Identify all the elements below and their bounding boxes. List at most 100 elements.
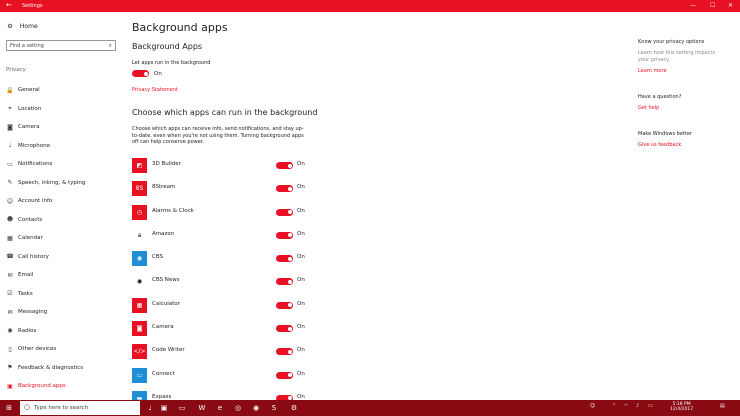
app-name: 8Stream <box>152 184 176 191</box>
app-toggle-switch[interactable] <box>276 208 293 216</box>
sidebar-item-call-history[interactable]: ☎ Call history <box>0 248 121 267</box>
search-placeholder: Find a setting <box>10 43 44 49</box>
question-heading: Have a question? <box>638 94 682 100</box>
messaging-icon: ✉ <box>7 308 13 316</box>
chrome-icon[interactable]: ◉ <box>250 402 262 414</box>
close-button[interactable]: ✕ <box>728 2 733 9</box>
toggle-switch[interactable] <box>132 70 149 77</box>
sidebar-item-feedback-diagnostics[interactable]: ⚑ Feedback & diagnostics <box>0 359 121 378</box>
sidebar-item-email[interactable]: ✉ Email <box>0 266 121 285</box>
tray-avatar-icon[interactable]: ☺ <box>590 403 595 409</box>
taskbar-search-input[interactable]: ○ Type here to search <box>20 401 140 415</box>
sidebar-item-messaging[interactable]: ✉ Messaging <box>0 303 121 322</box>
app-name: Calculator <box>152 300 180 307</box>
devices-icon: ▯ <box>8 345 12 353</box>
privacy-options-text: Learn how this setting impacts your priv… <box>638 50 715 63</box>
settings-icon[interactable]: ⚙ <box>288 402 300 414</box>
sidebar-item-label: Microphone <box>18 142 51 149</box>
radios-icon: ◉ <box>7 327 13 335</box>
clock[interactable]: 5:18 PM 12/4/2017 <box>670 402 693 412</box>
sidebar-item-calendar[interactable]: ▦ Calendar <box>0 229 121 248</box>
clock-date: 12/4/2017 <box>670 407 694 412</box>
file-explorer-icon[interactable]: ▭ <box>176 402 188 414</box>
app-name: CBS News <box>152 277 180 284</box>
app-toggle-switch[interactable] <box>276 185 293 193</box>
toggle-state: On <box>154 70 162 77</box>
sidebar-item-contacts[interactable]: ☻ Contacts <box>0 211 121 230</box>
app-toggle-state: On <box>297 347 305 354</box>
app-toggle-switch[interactable] <box>276 325 293 333</box>
app-toggle-switch[interactable] <box>276 278 293 286</box>
sidebar-item-background-apps[interactable]: ▣ Background apps <box>0 377 121 396</box>
app-icon[interactable]: ◎ <box>232 402 244 414</box>
get-help-link[interactable]: Get help <box>638 105 659 111</box>
word-icon[interactable]: W <box>196 402 208 414</box>
sidebar-item-label: General <box>18 87 40 94</box>
sidebar-item-other-devices[interactable]: ▯ Other devices <box>0 340 121 359</box>
sidebar-item-microphone[interactable]: ♩ Microphone <box>0 137 121 156</box>
app-toggle-state: On <box>297 230 305 237</box>
sidebar-item-label: Contacts <box>18 216 43 223</box>
battery-icon[interactable]: ▭ <box>648 403 653 409</box>
app-name: Camera <box>152 324 174 331</box>
sidebar-item-label: Feedback & diagnostics <box>18 364 84 371</box>
sidebar-item-label: Calendar <box>18 235 43 242</box>
camera-icon: ◙ <box>7 123 13 131</box>
connect-icon: ▭ <box>132 367 147 383</box>
sidebar-item-label: Camera <box>18 124 40 131</box>
app-toggle-switch[interactable] <box>276 255 293 263</box>
sidebar-item-location[interactable]: ⌖ Location <box>0 100 121 119</box>
mic-icon[interactable]: ♩ <box>144 402 156 414</box>
cbs-news-icon: ◉ <box>132 274 147 290</box>
privacy-statement-link[interactable]: Privacy Statement <box>132 87 178 93</box>
app-toggle-state: On <box>297 300 305 307</box>
volume-icon[interactable]: ♪ <box>636 403 639 409</box>
windows-start-icon[interactable]: ⊞ <box>3 402 15 414</box>
learn-more-link[interactable]: Learn more <box>638 68 667 74</box>
app-name: Connect <box>152 370 175 377</box>
search-input[interactable]: Find a setting ⌕ <box>6 40 116 51</box>
tray-chevron-icon[interactable]: ⌃ <box>612 403 616 409</box>
home-link[interactable]: ⚙ Home <box>6 23 37 30</box>
search-icon: ○ <box>24 403 31 411</box>
sidebar-item-general[interactable]: 🔒 General <box>0 81 121 100</box>
app-row: </> Code Writer On <box>132 342 332 365</box>
wifi-icon[interactable]: ◠ <box>624 403 628 409</box>
app-name: Alarms & Clock <box>152 207 194 214</box>
minimize-button[interactable]: — <box>690 2 696 9</box>
app-name: Code Writer <box>152 347 185 354</box>
sidebar-item-radios[interactable]: ◉ Radios <box>0 322 121 341</box>
master-toggle[interactable]: On <box>132 70 162 77</box>
app-toggle-switch[interactable] <box>276 348 293 356</box>
feedback-link[interactable]: Give us feedback <box>638 142 681 148</box>
app-toggle-switch[interactable] <box>276 301 293 309</box>
sidebar: ⚙ Home Find a setting ⌕ Privacy 🔒 General… <box>0 12 121 400</box>
app-toggle-state: On <box>297 161 305 167</box>
app-row: a Amazon On <box>132 226 332 249</box>
app-toggle-switch[interactable] <box>276 162 293 169</box>
skype-icon[interactable]: S <box>268 402 280 414</box>
taskbar: ⊞ ○ Type here to search ♩ ▣ ▭ W e ◎ ◉ S … <box>0 400 740 416</box>
tasks-icon: ☑ <box>7 290 13 298</box>
app-toggle-switch[interactable] <box>276 371 293 379</box>
app-toggle-switch[interactable] <box>276 231 293 239</box>
sidebar-item-speech-inking-typing[interactable]: ✎ Speech, inking, & typing <box>0 174 121 193</box>
action-center-icon[interactable]: ▤ <box>720 403 725 409</box>
calendar-icon: ▦ <box>7 234 13 242</box>
app-row: ◉ CBS On <box>132 249 332 272</box>
3d-builder-icon: ◩ <box>132 158 147 173</box>
maximize-button[interactable]: ☐ <box>710 2 715 9</box>
apps-description: Choose which apps can receive info, send… <box>132 126 304 146</box>
app-row: ▦ Calculator On <box>132 296 332 319</box>
sidebar-item-tasks[interactable]: ☑ Tasks <box>0 285 121 304</box>
sidebar-item-notifications[interactable]: ▭ Notifications <box>0 155 121 174</box>
sidebar-item-camera[interactable]: ◙ Camera <box>0 118 121 137</box>
app-toggle-state: On <box>297 370 305 377</box>
edge-icon[interactable]: e <box>214 402 226 414</box>
search-icon[interactable]: ⌕ <box>109 42 112 50</box>
sidebar-item-account-info[interactable]: ☺ Account info <box>0 192 121 211</box>
back-arrow-icon[interactable]: ← <box>6 2 12 9</box>
section-title: Privacy <box>6 67 26 73</box>
task-view-icon[interactable]: ▣ <box>158 402 170 414</box>
app-row: 8S 8Stream On <box>132 179 332 202</box>
